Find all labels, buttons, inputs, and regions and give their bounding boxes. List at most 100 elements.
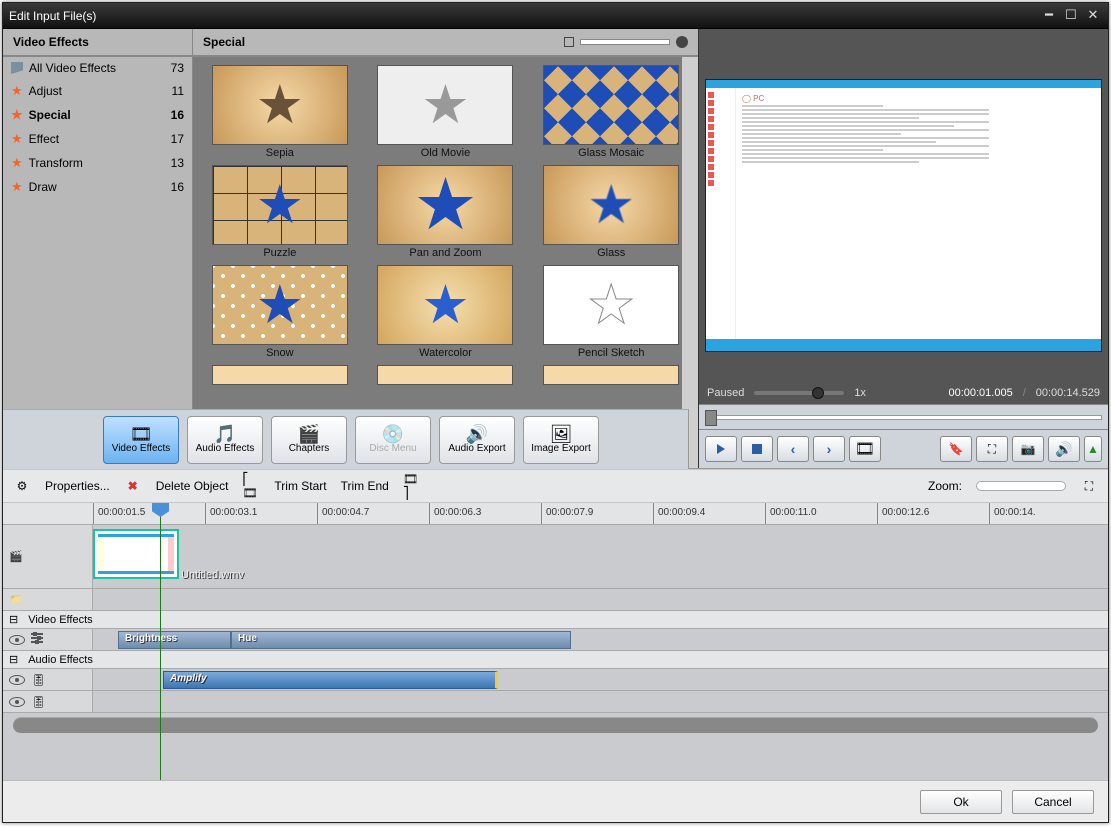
- chevron-right-icon: ›: [827, 441, 832, 457]
- fx-clip-hue[interactable]: Hue: [231, 631, 571, 649]
- eye-icon[interactable]: [9, 697, 25, 707]
- playback-state: Paused: [707, 387, 744, 399]
- effect-old-movie[interactable]: ★ Old Movie: [367, 65, 525, 159]
- sliders-icon[interactable]: [31, 633, 43, 647]
- music-note-icon: 🎵: [214, 425, 236, 443]
- minimize-button[interactable]: ━: [1040, 9, 1058, 23]
- tab-audio-effects[interactable]: 🎵 Audio Effects: [187, 416, 263, 464]
- step-button[interactable]: 🎞: [849, 436, 881, 462]
- audio-effects-track: 🎚 Amplify: [3, 669, 1108, 691]
- clapper-icon: 🎬: [9, 550, 23, 563]
- trim-end-button[interactable]: Trim End: [341, 479, 389, 493]
- category-adjust[interactable]: ★ Adjust 11: [3, 79, 192, 103]
- preview-status: Paused 1x 00:00:01.005 / 00:00:14.529: [699, 382, 1108, 404]
- fx-clip-brightness[interactable]: Brightness: [118, 631, 231, 649]
- categories-header: Video Effects: [3, 29, 192, 57]
- audio-icon[interactable]: 🎚: [31, 695, 46, 709]
- play-icon: [717, 444, 725, 454]
- fullscreen-button[interactable]: ⛶: [976, 436, 1008, 462]
- stop-button[interactable]: [741, 436, 773, 462]
- clip-filename: Untitled.wmv: [181, 569, 244, 581]
- effect-more-3[interactable]: [532, 365, 690, 385]
- zoom-fit-icon[interactable]: ⛶: [1080, 477, 1098, 495]
- star-icon: ★: [11, 83, 23, 99]
- next-frame-button[interactable]: ›: [813, 436, 845, 462]
- audio-effects-section[interactable]: ⊟ Audio Effects: [3, 651, 1108, 669]
- tab-bar: 🎞 Video Effects 🎵 Audio Effects 🎬 Chapte…: [3, 409, 689, 469]
- snapshot-button[interactable]: 📷: [1012, 436, 1044, 462]
- delete-icon[interactable]: ✖: [124, 477, 142, 495]
- gear-icon[interactable]: ⚙: [13, 477, 31, 495]
- preview-screen: ◯ PC: [705, 79, 1102, 352]
- volume-button[interactable]: 🔊: [1048, 436, 1080, 462]
- delete-object-button[interactable]: Delete Object: [156, 479, 229, 493]
- cancel-button[interactable]: Cancel: [1012, 790, 1094, 814]
- audio-icon[interactable]: 🎚: [31, 673, 46, 687]
- effect-snow[interactable]: ★ Snow: [201, 265, 359, 359]
- tab-video-effects[interactable]: 🎞 Video Effects: [103, 416, 179, 464]
- category-all-video-effects[interactable]: All Video Effects 73: [3, 57, 192, 79]
- effect-pan-and-zoom[interactable]: ★ Pan and Zoom: [367, 165, 525, 259]
- eye-icon[interactable]: [9, 675, 25, 685]
- circle-icon[interactable]: [676, 36, 688, 48]
- preview-controls: ‹ › 🎞 🔖 ⛶ 📷 🔊 ▲: [699, 430, 1108, 468]
- tab-disc-menu: 💿 Disc Menu: [355, 416, 431, 464]
- ok-button[interactable]: Ok: [920, 790, 1002, 814]
- thumb-size-slider[interactable]: [580, 39, 670, 45]
- close-button[interactable]: ✕: [1084, 9, 1102, 23]
- effect-sepia[interactable]: ★ Sepia: [201, 65, 359, 159]
- category-transform[interactable]: ★ Transform 13: [3, 151, 192, 175]
- star-icon: ★: [11, 179, 23, 195]
- tab-audio-export[interactable]: 🔊 Audio Export: [439, 416, 515, 464]
- film-icon: 🎞: [130, 425, 153, 443]
- fullscreen-icon: ⛶: [988, 442, 996, 457]
- folder-icon: 📁: [9, 593, 23, 606]
- timeline: 00:00:01.5 00:00:03.1 00:00:04.7 00:00:0…: [3, 503, 1108, 780]
- video-effects-section[interactable]: ⊟ Video Effects: [3, 611, 1108, 629]
- effects-header: Special: [193, 29, 698, 57]
- prev-frame-button[interactable]: ‹: [777, 436, 809, 462]
- extra-button[interactable]: ▲: [1084, 436, 1102, 462]
- playback-speed: 1x: [854, 387, 866, 399]
- category-draw[interactable]: ★ Draw 16: [3, 175, 192, 199]
- trim-end-icon[interactable]: 🎞⎤: [403, 477, 421, 495]
- zoom-slider[interactable]: [976, 481, 1066, 491]
- category-special[interactable]: ★ Special 16: [3, 103, 192, 127]
- marker-button[interactable]: 🔖: [940, 436, 972, 462]
- tab-image-export[interactable]: 🖼 Image Export: [523, 416, 599, 464]
- export-audio-icon: 🔊: [466, 425, 488, 443]
- speaker-icon: 🔊: [1055, 441, 1072, 458]
- trim-start-button[interactable]: Trim Start: [274, 479, 326, 493]
- audio-fx-clip-amplify[interactable]: Amplify: [163, 671, 498, 689]
- effect-watercolor[interactable]: ★ Watercolor: [367, 265, 525, 359]
- stop-icon: [752, 444, 762, 454]
- effect-glass-mosaic[interactable]: Glass Mosaic: [532, 65, 690, 159]
- triangle-up-icon: ▲: [1087, 442, 1099, 456]
- star-icon: ★: [11, 155, 23, 171]
- effect-glass[interactable]: ★ Glass: [532, 165, 690, 259]
- seek-bar[interactable]: [699, 404, 1108, 430]
- video-clip[interactable]: [93, 529, 179, 579]
- window: Edit Input File(s) ━ ☐ ✕ Video Effects A…: [2, 2, 1109, 823]
- speed-slider[interactable]: [754, 391, 844, 395]
- play-button[interactable]: [705, 436, 737, 462]
- effect-puzzle[interactable]: ★ Puzzle: [201, 165, 359, 259]
- trim-start-icon[interactable]: ⎡🎞: [242, 477, 260, 495]
- category-effect[interactable]: ★ Effect 17: [3, 127, 192, 151]
- properties-button[interactable]: Properties...: [45, 479, 110, 493]
- effect-pencil-sketch[interactable]: ★ Pencil Sketch: [532, 265, 690, 359]
- maximize-button[interactable]: ☐: [1062, 9, 1080, 23]
- marker-icon: 🔖: [949, 442, 964, 456]
- playhead[interactable]: [160, 503, 161, 780]
- tab-chapters[interactable]: 🎬 Chapters: [271, 416, 347, 464]
- dialog-footer: Ok Cancel: [3, 780, 1108, 822]
- eye-icon[interactable]: [9, 635, 25, 645]
- effect-more-1[interactable]: [201, 365, 359, 385]
- video-track: 🎬 Untitled.wmv: [3, 525, 1108, 589]
- timeline-scrollbar[interactable]: [13, 717, 1098, 733]
- square-icon[interactable]: [564, 37, 574, 47]
- preview-panel: ◯ PC Paused 1x 00:00:01.005: [698, 29, 1108, 468]
- effect-more-2[interactable]: [367, 365, 525, 385]
- video-effects-track: Brightness Hue: [3, 629, 1108, 651]
- effects-scrollbar[interactable]: [682, 57, 698, 468]
